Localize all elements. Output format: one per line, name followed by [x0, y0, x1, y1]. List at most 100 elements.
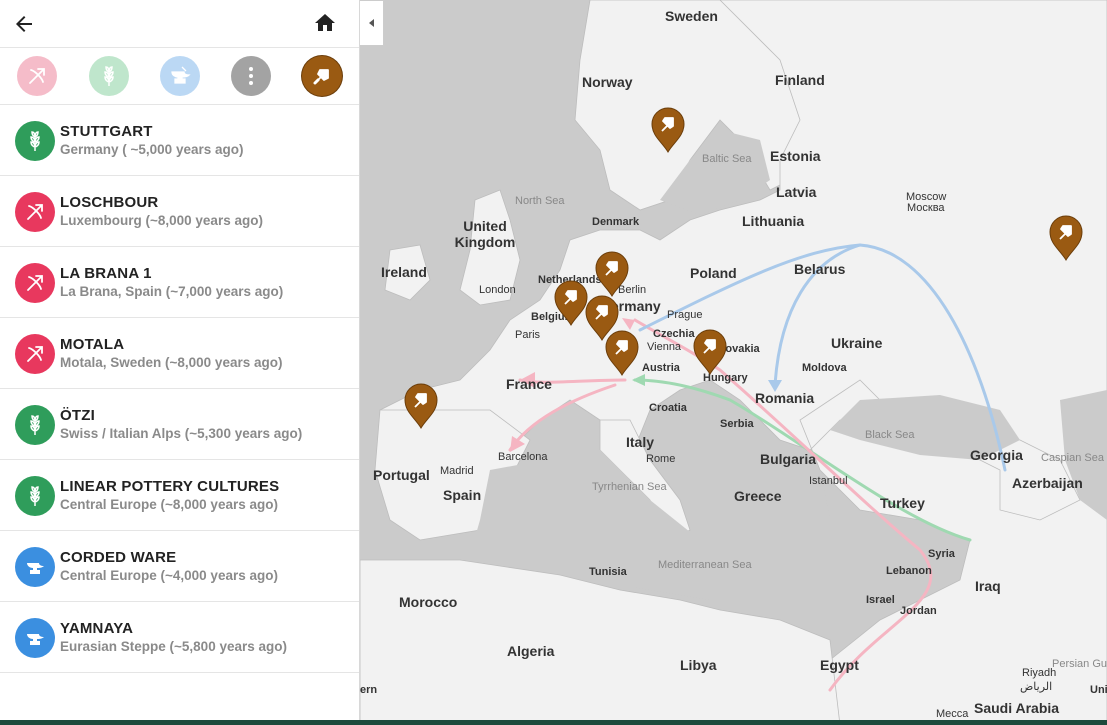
- filter-bar: [0, 48, 359, 105]
- list-item-title: MOTALA: [60, 336, 125, 353]
- map-label-country: Croatia: [649, 402, 687, 414]
- map-label-sea: Caspian Sea: [1041, 452, 1104, 464]
- list-item[interactable]: CORDED WARE Central Europe (~4,000 years…: [0, 531, 359, 602]
- map-label-country: Belarus: [794, 261, 846, 277]
- map-label-city: Madrid: [440, 465, 474, 477]
- map-label-country: Morocco: [399, 594, 458, 610]
- filter-herder-button[interactable]: [160, 56, 200, 96]
- list-item-title: CORDED WARE: [60, 549, 177, 566]
- map-label-country: Jordan: [900, 605, 937, 617]
- map-label-country: Egypt: [820, 657, 859, 673]
- map-label-country: Syria: [928, 548, 955, 560]
- map-pin-motala[interactable]: [650, 106, 686, 154]
- list-item[interactable]: YAMNAYA Eurasian Steppe (~5,800 years ag…: [0, 602, 359, 673]
- list-item-subtitle: Swiss / Italian Alps (~5,300 years ago): [60, 426, 303, 441]
- map-label-country: Georgia: [970, 447, 1023, 463]
- map-label-country: Sweden: [665, 8, 718, 24]
- list-item[interactable]: ÖTZI Swiss / Italian Alps (~5,300 years …: [0, 389, 359, 460]
- map-label-sea: North Sea: [515, 195, 565, 207]
- bow-icon: [15, 334, 55, 374]
- map-basemap[interactable]: [360, 0, 1107, 725]
- wheat-icon: [15, 121, 55, 161]
- wheat-icon: [15, 476, 55, 516]
- map[interactable]: Sweden Norway Finland Estonia Latvia Lit…: [360, 0, 1107, 725]
- arrow-left-icon[interactable]: [12, 12, 36, 36]
- map-label-sea: Black Sea: [865, 429, 915, 441]
- sample-list: STUTTGART Germany ( ~5,000 years ago) LO…: [0, 105, 359, 673]
- list-item-subtitle: Eurasian Steppe (~5,800 years ago): [60, 639, 287, 654]
- map-label-country: Saudi Arabia: [974, 700, 1060, 716]
- bow-icon: [15, 263, 55, 303]
- map-pin-linear-pottery[interactable]: [692, 328, 728, 376]
- map-label-country: Tunisia: [589, 566, 627, 578]
- map-label-country: Romania: [755, 390, 815, 406]
- list-item-subtitle: Central Europe (~8,000 years ago): [60, 497, 278, 512]
- map-label-country: Latvia: [776, 184, 817, 200]
- list-item-title: LA BRANA 1: [60, 265, 152, 282]
- map-label-country: France: [506, 376, 552, 392]
- map-label-country: Poland: [690, 265, 737, 281]
- list-item-subtitle: La Brana, Spain (~7,000 years ago): [60, 284, 284, 299]
- list-item-title: STUTTGART: [60, 123, 153, 140]
- more-vertical-icon: [249, 67, 253, 85]
- map-label-country: Portugal: [373, 467, 430, 483]
- map-label-country: Ukraine: [831, 335, 883, 351]
- map-pin-yamnaya[interactable]: [1048, 214, 1084, 262]
- map-pin-la-brana[interactable]: [403, 382, 439, 430]
- list-item-title: LOSCHBOUR: [60, 194, 159, 211]
- map-label-city: Mecca: [936, 708, 969, 720]
- map-label-country: Libya: [680, 657, 717, 673]
- home-icon[interactable]: [312, 11, 338, 35]
- filter-farmer-button[interactable]: [89, 56, 129, 96]
- list-item-subtitle: Luxembourg (~8,000 years ago): [60, 213, 263, 228]
- map-label-country: Finland: [775, 72, 825, 88]
- map-label-country: Bulgaria: [760, 451, 817, 467]
- map-label-country: Algeria: [507, 643, 555, 659]
- map-label-city: Barcelona: [498, 451, 548, 463]
- map-label-city: Paris: [515, 329, 541, 341]
- map-label-country: Estonia: [770, 148, 821, 164]
- anvil-icon: [15, 618, 55, 658]
- list-item-title: ÖTZI: [60, 407, 95, 424]
- map-label-country: Lithuania: [742, 213, 805, 229]
- filter-hunter-gatherer-button[interactable]: [17, 56, 57, 96]
- map-label-city: Москва: [907, 202, 945, 214]
- map-label-country: Israel: [866, 594, 895, 606]
- list-item[interactable]: LA BRANA 1 La Brana, Spain (~7,000 years…: [0, 247, 359, 318]
- list-item[interactable]: MOTALA Motala, Sweden (~8,000 years ago): [0, 318, 359, 389]
- map-label-country: Spain: [443, 487, 482, 503]
- map-label-country: Turkey: [880, 495, 925, 511]
- map-pin-corded-ware[interactable]: [594, 250, 630, 298]
- map-label-country: Iraq: [975, 578, 1001, 594]
- map-label-sea: Mediterranean Sea: [658, 559, 752, 571]
- map-label-country: Serbia: [720, 418, 754, 430]
- map-label-city: Prague: [667, 309, 703, 321]
- list-item[interactable]: LINEAR POTTERY CULTURES Central Europe (…: [0, 460, 359, 531]
- map-label-city: Istanbul: [809, 475, 848, 487]
- filter-archaeology-button[interactable]: [302, 56, 342, 96]
- filter-more-button[interactable]: [231, 56, 271, 96]
- chevron-left-icon: [368, 19, 374, 27]
- map-label-country: Ireland: [381, 264, 427, 280]
- anvil-icon: [15, 547, 55, 587]
- trowel-icon: [313, 69, 329, 85]
- map-label-country: Norway: [582, 74, 633, 90]
- map-label-country: Czechia: [653, 328, 695, 340]
- collapse-sidebar-button[interactable]: [360, 0, 384, 46]
- map-label-country: Austria: [642, 362, 680, 374]
- list-item-title: LINEAR POTTERY CULTURES: [60, 478, 280, 495]
- list-item[interactable]: LOSCHBOUR Luxembourg (~8,000 years ago): [0, 176, 359, 247]
- map-label-sea: Persian Gu: [1052, 658, 1107, 670]
- map-label-partial: ern: [360, 684, 378, 696]
- bow-icon: [15, 192, 55, 232]
- map-pin-otzi[interactable]: [604, 329, 640, 377]
- wheat-icon: [15, 405, 55, 445]
- anvil-icon: [171, 66, 191, 84]
- list-item-subtitle: Germany ( ~5,000 years ago): [60, 142, 244, 157]
- sidebar: STUTTGART Germany ( ~5,000 years ago) LO…: [0, 0, 360, 725]
- list-item-subtitle: Central Europe (~4,000 years ago): [60, 568, 278, 583]
- map-label-country: Moldova: [802, 362, 847, 374]
- list-item[interactable]: STUTTGART Germany ( ~5,000 years ago): [0, 105, 359, 176]
- map-label-country: United Kingdom: [454, 218, 516, 250]
- bottom-bar: [0, 720, 1107, 725]
